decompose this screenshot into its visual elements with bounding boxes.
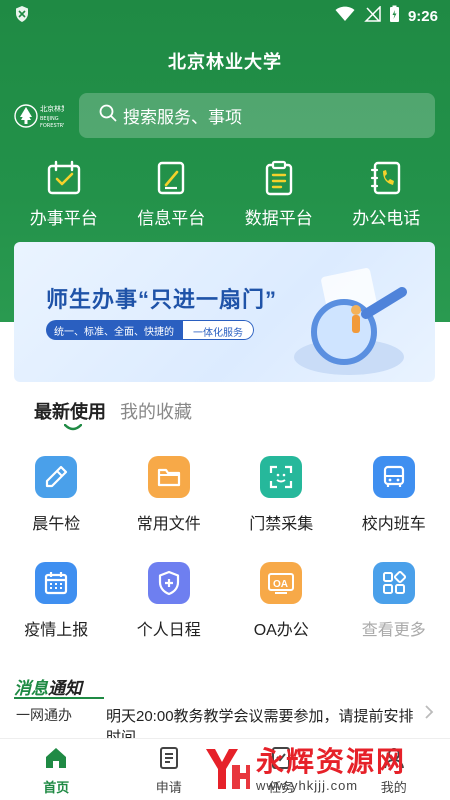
oa-icon: OA bbox=[260, 562, 303, 604]
app-label: 常用文件 bbox=[136, 516, 201, 533]
app-grid: 晨午检 常用文件 门禁采集 校内班车 疫情上报 个人日程 OA OA办公 查看更… bbox=[0, 456, 450, 640]
tab-favorites[interactable]: 我的收藏 bbox=[120, 398, 192, 424]
quick-entries: 办事平台 信息平台 数据平台 办公电话 bbox=[0, 160, 450, 230]
tab-underline-icon bbox=[64, 424, 82, 431]
quick-item-info-platform[interactable]: 信息平台 bbox=[121, 160, 221, 230]
tab-recent-label: 最新使用 bbox=[34, 402, 106, 422]
bus-icon bbox=[372, 456, 415, 498]
banner-tag-a: 统一、标准、全面、快捷的 bbox=[46, 320, 182, 340]
app-label: 晨午检 bbox=[32, 516, 81, 533]
app-label: 校内班车 bbox=[361, 516, 426, 533]
svg-text:BEIJING: BEIJING bbox=[40, 116, 59, 122]
status-bar: 9:26 bbox=[0, 0, 450, 32]
watermark-title: 永辉资源网 bbox=[256, 745, 407, 777]
quick-item-label: 信息平台 bbox=[137, 209, 206, 228]
calendar-check-icon bbox=[46, 160, 82, 196]
app-oa-office[interactable]: OA OA办公 bbox=[225, 562, 338, 640]
quick-item-data-platform[interactable]: 数据平台 bbox=[229, 160, 329, 230]
usage-tabs: 最新使用 我的收藏 bbox=[34, 398, 192, 431]
watermark: 永辉资源网 www.yhkjjj.com bbox=[200, 738, 440, 800]
university-logo: 北京林業 BEIJING FORESTRY bbox=[14, 97, 68, 135]
shield-status-icon bbox=[14, 5, 30, 28]
tab-recent[interactable]: 最新使用 bbox=[34, 398, 106, 431]
app-access-collection[interactable]: 门禁采集 bbox=[225, 456, 338, 534]
no-signal-icon bbox=[363, 4, 381, 27]
watermark-url: www.yhkjjj.com bbox=[256, 777, 359, 793]
quick-item-label: 数据平台 bbox=[244, 209, 313, 228]
svg-text:FORESTRY: FORESTRY bbox=[40, 123, 64, 129]
notice-section-title: 消息通知 bbox=[14, 674, 82, 699]
app-label: 门禁采集 bbox=[249, 516, 314, 533]
nav-home-label: 首页 bbox=[43, 780, 70, 795]
thermometer-icon bbox=[35, 456, 78, 498]
app-view-more[interactable]: 查看更多 bbox=[338, 562, 450, 640]
wifi-icon bbox=[335, 6, 355, 27]
app-common-files[interactable]: 常用文件 bbox=[113, 456, 226, 534]
app-personal-schedule[interactable]: 个人日程 bbox=[113, 562, 226, 640]
folder-icon bbox=[147, 456, 190, 498]
notice-divider bbox=[14, 697, 104, 699]
phone-book-icon bbox=[368, 160, 404, 196]
nav-apply-label: 申请 bbox=[155, 780, 182, 795]
clock: 9:26 bbox=[407, 7, 438, 25]
clipboard-icon bbox=[261, 160, 297, 196]
watermark-logo-icon bbox=[206, 749, 250, 789]
app-campus-bus[interactable]: 校内班车 bbox=[338, 456, 450, 534]
quick-item-label: 办公电话 bbox=[352, 209, 421, 228]
app-epidemic-report[interactable]: 疫情上报 bbox=[0, 562, 113, 640]
document-icon bbox=[156, 745, 182, 771]
banner-title: 师生办事“只进一扇门” bbox=[46, 287, 278, 312]
quick-item-office-phone[interactable]: 办公电话 bbox=[336, 160, 436, 230]
svg-text:OA: OA bbox=[273, 579, 288, 590]
chevron-right-icon[interactable] bbox=[424, 704, 434, 725]
calendar-icon bbox=[35, 562, 78, 604]
face-scan-icon bbox=[260, 456, 303, 498]
quick-item-label: 办事平台 bbox=[29, 209, 98, 228]
promo-banner[interactable]: 师生办事“只进一扇门” 统一、标准、全面、快捷的 一体化服务 bbox=[14, 242, 435, 382]
home-icon bbox=[43, 745, 69, 771]
magnifier-illustration bbox=[294, 267, 407, 375]
notice-message[interactable]: 明天20:00教务教学会议需要参加，请提前安排时间。 bbox=[106, 706, 424, 738]
search-bar[interactable]: 搜索服务、事项 bbox=[79, 93, 435, 138]
notice-source: 一网通办 bbox=[16, 707, 72, 723]
shield-plus-icon bbox=[147, 562, 190, 604]
notice-title-a: 消息 bbox=[14, 679, 48, 698]
banner-tagline: 统一、标准、全面、快捷的 一体化服务 bbox=[46, 320, 254, 340]
grid-more-icon bbox=[372, 562, 415, 604]
quick-item-affairs-platform[interactable]: 办事平台 bbox=[14, 160, 114, 230]
app-label: 疫情上报 bbox=[24, 622, 89, 639]
page-title: 北京林业大学 bbox=[168, 52, 282, 72]
search-placeholder: 搜索服务、事项 bbox=[123, 108, 242, 127]
app-label: 个人日程 bbox=[136, 622, 201, 639]
search-icon bbox=[99, 104, 117, 127]
svg-text:北京林業: 北京林業 bbox=[40, 104, 64, 113]
app-morning-check[interactable]: 晨午检 bbox=[0, 456, 113, 534]
edit-document-icon bbox=[153, 160, 189, 196]
notice-title-b: 通知 bbox=[48, 679, 82, 698]
app-label: OA办公 bbox=[253, 622, 309, 639]
app-label: 查看更多 bbox=[361, 622, 426, 639]
nav-home[interactable]: 首页 bbox=[0, 745, 112, 800]
banner-tag-b: 一体化服务 bbox=[182, 320, 254, 340]
battery-charging-icon bbox=[389, 5, 400, 28]
